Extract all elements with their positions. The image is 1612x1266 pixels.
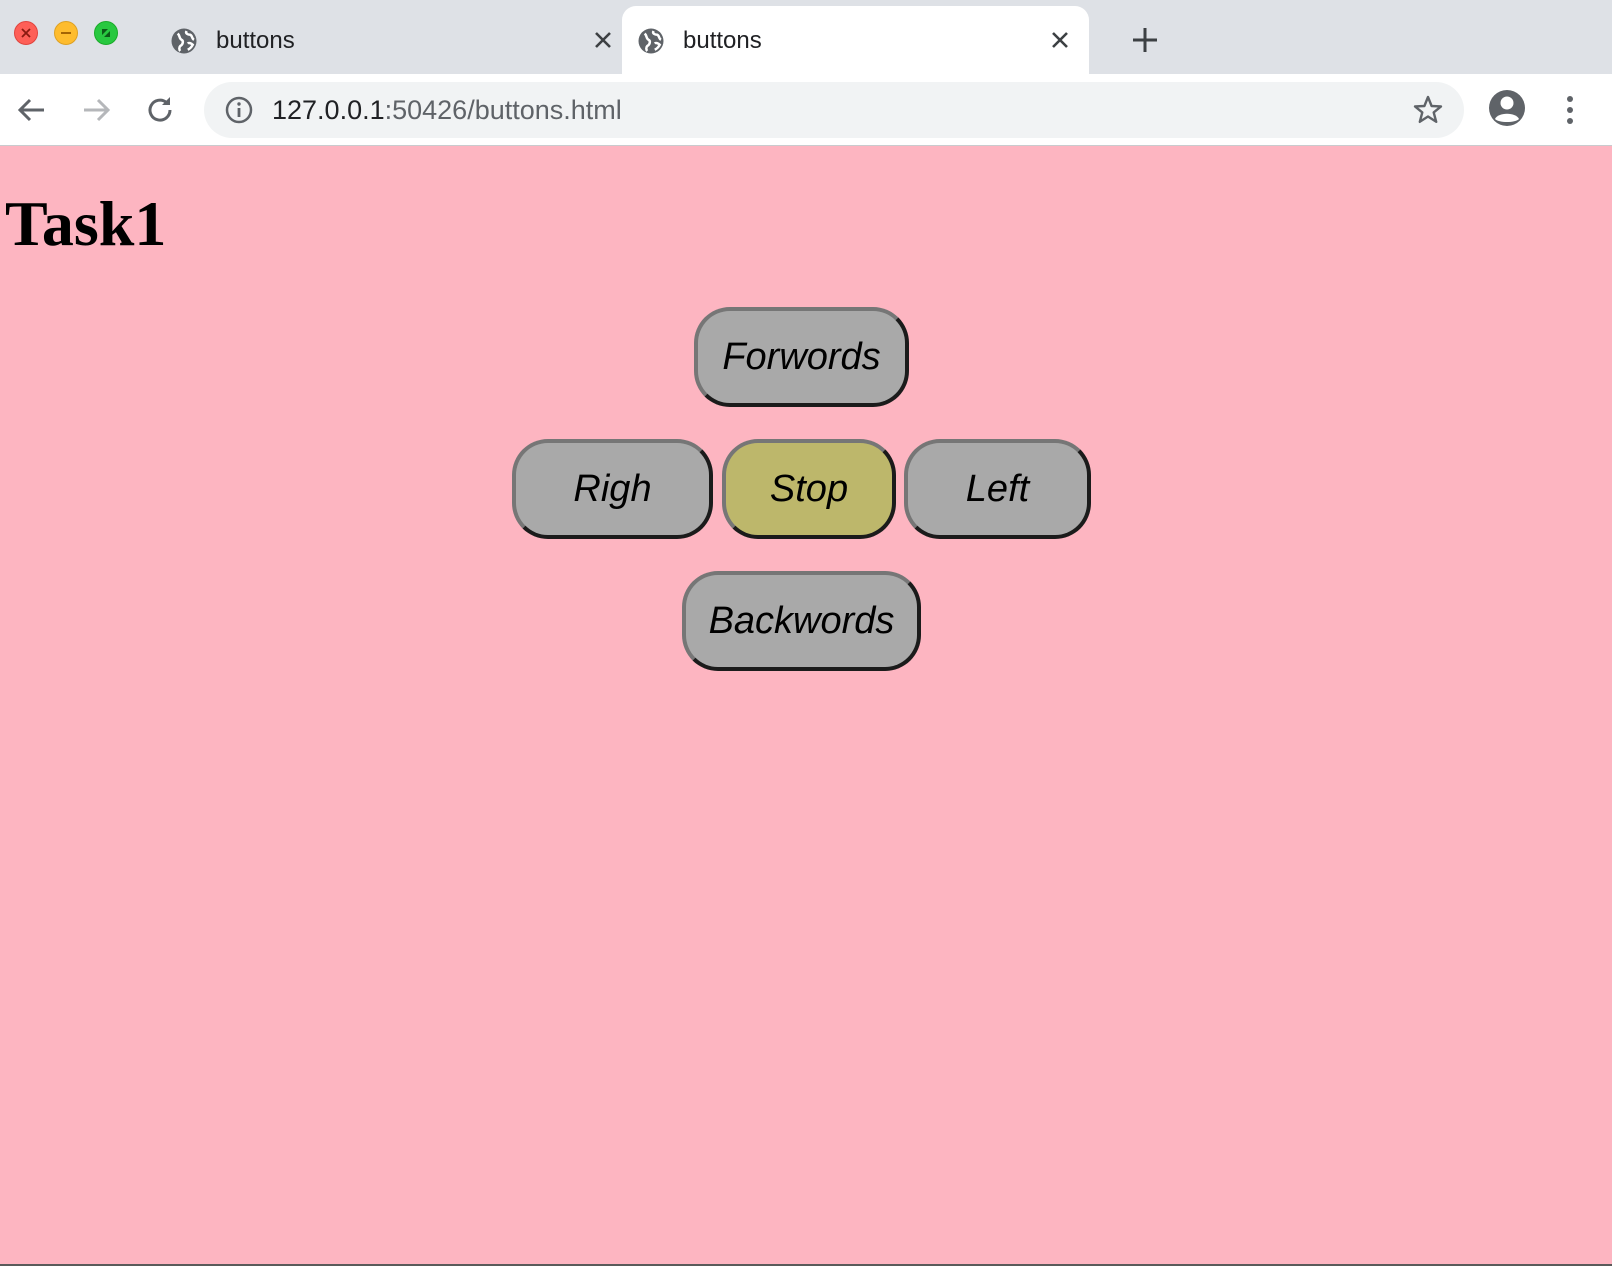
tab-buttons-inactive[interactable]: buttons: [155, 6, 622, 74]
window-close-icon[interactable]: [14, 21, 38, 45]
kebab-menu-icon[interactable]: [1560, 90, 1580, 130]
stop-button[interactable]: Stop: [722, 439, 896, 539]
page-title: Task1: [5, 188, 167, 259]
close-icon[interactable]: [1049, 29, 1071, 51]
window-minimize-icon[interactable]: [54, 21, 78, 45]
url-host: 127.0.0.1: [272, 95, 385, 125]
arrow-right-icon[interactable]: [78, 92, 114, 128]
backward-button[interactable]: Backwords: [682, 571, 921, 671]
left-button[interactable]: Left: [904, 439, 1091, 539]
profile-icon[interactable]: [1487, 88, 1527, 128]
window-fullscreen-icon[interactable]: [94, 21, 118, 45]
tab-title: buttons: [683, 27, 762, 54]
reload-icon[interactable]: [142, 92, 178, 128]
right-button[interactable]: Righ: [512, 439, 713, 539]
tab-buttons-active[interactable]: buttons: [622, 6, 1089, 74]
star-icon[interactable]: [1412, 94, 1444, 126]
globe-icon: [638, 28, 664, 54]
browser-window: buttons buttons 127.0.0.1:50426/buttons.…: [0, 0, 1612, 1266]
arrow-left-icon[interactable]: [14, 92, 50, 128]
browser-toolbar: 127.0.0.1:50426/buttons.html: [0, 74, 1612, 146]
page-content: Task1 Forwords Righ Stop Left Backwords: [0, 146, 1612, 1264]
url-path: :50426/buttons.html: [384, 95, 622, 125]
globe-icon: [171, 28, 197, 54]
plus-icon[interactable]: [1130, 25, 1160, 55]
address-bar[interactable]: 127.0.0.1:50426/buttons.html: [204, 82, 1464, 138]
tab-title: buttons: [216, 27, 295, 54]
tab-strip: buttons buttons: [0, 0, 1612, 74]
forward-button[interactable]: Forwords: [694, 307, 909, 407]
close-icon[interactable]: [592, 29, 614, 51]
info-icon[interactable]: [224, 95, 254, 125]
url-text[interactable]: 127.0.0.1:50426/buttons.html: [272, 94, 622, 126]
